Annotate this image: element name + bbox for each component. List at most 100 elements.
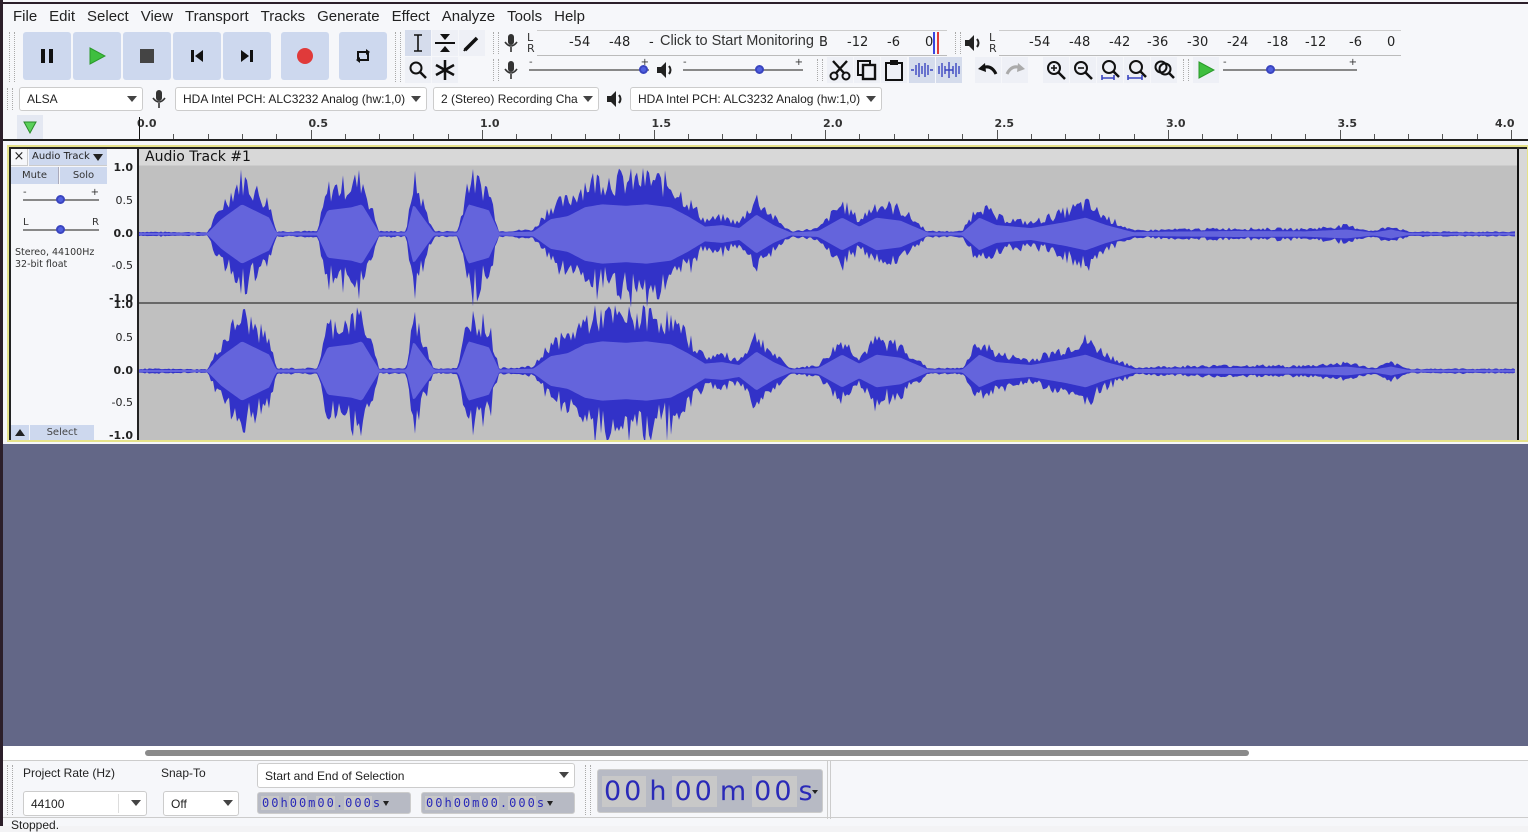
time-digit[interactable]: 0 xyxy=(434,796,444,810)
menu-analyze[interactable]: Analyze xyxy=(436,8,501,25)
seconds-field[interactable]: 00 xyxy=(752,775,797,807)
play-button[interactable] xyxy=(73,32,121,80)
redo-button[interactable] xyxy=(1002,57,1028,83)
fit-project-button[interactable] xyxy=(1124,57,1150,83)
cut-button[interactable] xyxy=(827,57,853,83)
time-digit[interactable]: 0 xyxy=(297,796,308,810)
menu-edit[interactable]: Edit xyxy=(43,8,81,25)
empty-track-area[interactable] xyxy=(3,444,1528,746)
time-digit[interactable]: 0 xyxy=(344,796,354,810)
clip-title[interactable]: Audio Track #1 xyxy=(139,149,1517,166)
toolbar-grip[interactable] xyxy=(9,32,15,82)
menu-transport[interactable]: Transport xyxy=(179,8,255,25)
recording-channels-select[interactable]: 2 (Stereo) Recording Cha xyxy=(433,87,599,111)
zoom-out-button[interactable] xyxy=(1070,57,1096,83)
time-digit[interactable]: 0 xyxy=(288,796,298,810)
menu-view[interactable]: View xyxy=(135,8,179,25)
timeline-options-button[interactable] xyxy=(17,115,43,139)
pan-slider[interactable]: LR xyxy=(23,217,99,235)
audio-position-display[interactable]: 00 h 00 m 00 s xyxy=(597,769,823,813)
track-name-menu[interactable]: Audio Track xyxy=(29,149,107,166)
loop-button[interactable] xyxy=(339,32,387,80)
menu-effect[interactable]: Effect xyxy=(386,8,436,25)
fit-selection-button[interactable] xyxy=(1097,57,1123,83)
time-digit[interactable]: 0 xyxy=(261,796,271,810)
microphone-icon[interactable] xyxy=(503,33,519,53)
time-digit[interactable]: 0 xyxy=(508,796,518,810)
silence-audio-button[interactable] xyxy=(936,57,962,83)
snap-to-select[interactable]: Off xyxy=(163,791,239,816)
mute-button[interactable]: Mute xyxy=(11,167,59,184)
menu-help[interactable]: Help xyxy=(548,8,591,25)
time-digit[interactable]: 0 xyxy=(517,796,527,810)
selection-tool-button[interactable] xyxy=(405,30,431,56)
menu-generate[interactable]: Generate xyxy=(311,8,386,25)
timeline-ruler[interactable]: 0.0 0.5 1.0 1.5 2.0 2.5 3.0 3.5 4.0 xyxy=(3,113,1528,141)
minutes-field[interactable]: 00 xyxy=(672,775,717,807)
toolbar-grip[interactable] xyxy=(585,765,591,815)
time-digit[interactable]: 0 xyxy=(526,796,536,810)
time-digit[interactable]: 0 xyxy=(461,796,472,810)
toolbar-grip[interactable] xyxy=(395,32,401,82)
play-at-speed-button[interactable] xyxy=(1193,57,1219,83)
zoom-toggle-button[interactable] xyxy=(1151,57,1177,83)
gain-slider[interactable]: - + xyxy=(23,187,99,205)
toolbar-grip[interactable] xyxy=(1183,59,1189,81)
time-digit[interactable]: 0 xyxy=(425,796,435,810)
multi-tool-button[interactable] xyxy=(432,57,458,83)
stop-button[interactable] xyxy=(123,32,171,80)
select-track-button[interactable]: Select xyxy=(30,425,94,440)
chevron-down-icon[interactable] xyxy=(383,800,390,806)
undo-button[interactable] xyxy=(975,57,1001,83)
paste-button[interactable] xyxy=(881,57,907,83)
time-digit[interactable]: 0 xyxy=(480,796,490,810)
time-digit[interactable]: 0 xyxy=(270,796,280,810)
time-digit[interactable]: 0 xyxy=(489,796,499,810)
scrollbar-thumb[interactable] xyxy=(145,750,1249,756)
time-digit[interactable]: 0 xyxy=(316,796,326,810)
toolbar-grip[interactable] xyxy=(7,765,13,815)
slider-knob[interactable] xyxy=(56,225,65,234)
project-rate-select[interactable]: 44100 xyxy=(23,791,147,816)
solo-button[interactable]: Solo xyxy=(60,167,107,184)
toolbar-grip[interactable] xyxy=(493,32,499,54)
waveform-area[interactable]: Audio Track #1 xyxy=(139,149,1517,440)
record-button[interactable] xyxy=(281,32,329,80)
time-digit[interactable]: 0 xyxy=(353,796,363,810)
start-monitoring-text[interactable]: Click to Start Monitoring xyxy=(657,33,817,49)
menu-select[interactable]: Select xyxy=(81,8,135,25)
skip-to-start-button[interactable] xyxy=(173,32,221,80)
slider-knob[interactable] xyxy=(754,65,764,74)
zoom-in-button[interactable] xyxy=(1043,57,1069,83)
chevron-down-icon[interactable] xyxy=(547,800,554,806)
menu-tools[interactable]: Tools xyxy=(501,8,548,25)
toolbar-grip[interactable] xyxy=(955,32,961,54)
playback-speed-slider[interactable]: - + xyxy=(1223,57,1357,75)
draw-tool-button[interactable] xyxy=(459,30,485,56)
menu-file[interactable]: File xyxy=(7,8,43,25)
time-digit[interactable]: 0 xyxy=(325,796,335,810)
time-digit[interactable]: 0 xyxy=(362,796,372,810)
selection-mode-select[interactable]: Start and End of Selection xyxy=(257,763,575,788)
playback-volume-slider[interactable]: - + xyxy=(683,57,803,75)
collapse-track-button[interactable] xyxy=(11,425,29,440)
menu-tracks[interactable]: Tracks xyxy=(255,8,311,25)
playback-device-select[interactable]: HDA Intel PCH: ALC3232 Analog (hw:1,0) xyxy=(630,87,882,111)
speaker-icon[interactable] xyxy=(963,33,983,53)
horizontal-scrollbar[interactable] xyxy=(3,746,1528,760)
audio-host-select[interactable]: ALSA xyxy=(19,87,143,111)
toolbar-grip[interactable] xyxy=(493,59,499,81)
selection-end-time[interactable]: 00h00m00.000s xyxy=(421,792,575,814)
recording-volume-slider[interactable]: - + xyxy=(529,57,649,75)
track-close-button[interactable]: × xyxy=(11,149,28,166)
chevron-down-icon[interactable] xyxy=(812,790,818,794)
toolbar-grip[interactable] xyxy=(7,88,13,110)
copy-button[interactable] xyxy=(854,57,880,83)
envelope-tool-button[interactable] xyxy=(432,30,458,56)
record-meter[interactable]: -54 -48 - Click to Start Monitoring B -1… xyxy=(537,30,947,56)
slider-knob[interactable] xyxy=(1266,65,1276,74)
pause-button[interactable] xyxy=(23,32,71,80)
skip-to-end-button[interactable] xyxy=(223,32,271,80)
selection-start-time[interactable]: 00h00m00.000s xyxy=(257,792,411,814)
time-digit[interactable]: 0 xyxy=(452,796,462,810)
